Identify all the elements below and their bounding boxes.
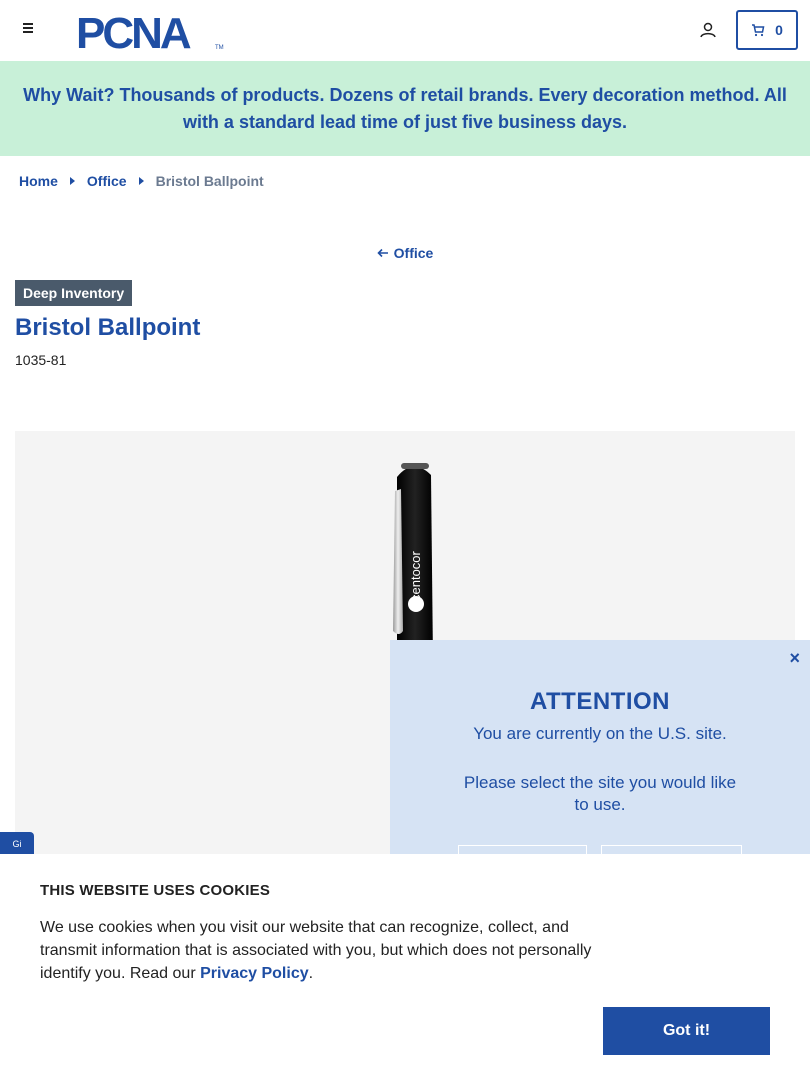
account-icon[interactable] xyxy=(698,20,718,40)
cart-count: 0 xyxy=(775,22,783,38)
breadcrumb-current: Bristol Ballpoint xyxy=(155,173,264,189)
inventory-badge: Deep Inventory xyxy=(15,280,133,306)
promo-text: Why Wait? Thousands of products. Dozens … xyxy=(23,84,787,132)
logo-text: PCNA xyxy=(76,11,191,51)
cookie-period: . xyxy=(308,965,314,982)
popup-current-site: You are currently on the U.S. site. xyxy=(473,724,727,743)
svg-text:TM: TM xyxy=(215,45,224,51)
breadcrumb-home[interactable]: Home xyxy=(19,173,58,189)
pen-image: centocor xyxy=(393,463,433,661)
product-sku: 1035-81 xyxy=(15,352,67,368)
cookie-body-text: We use cookies when you visit our websit… xyxy=(40,919,592,982)
pen-imprint: centocor xyxy=(408,550,423,601)
arrow-left-icon xyxy=(377,248,388,258)
cookie-text: We use cookies when you visit our websit… xyxy=(40,916,610,985)
site-header: PCNA TM 0 xyxy=(0,0,810,61)
close-icon[interactable]: × xyxy=(789,648,800,669)
cart-button[interactable]: 0 xyxy=(736,10,798,50)
cookie-title: THIS WEBSITE USES COOKIES xyxy=(40,882,271,899)
pcna-logo[interactable]: PCNA TM xyxy=(76,9,224,58)
site-selection-popup: × ATTENTION You are currently on the U.S… xyxy=(390,640,810,859)
breadcrumb-office[interactable]: Office xyxy=(87,173,127,189)
side-feedback-tab[interactable]: Gi xyxy=(0,832,34,856)
back-link-label: Office xyxy=(393,245,434,261)
privacy-policy-link[interactable]: Privacy Policy xyxy=(200,965,309,982)
popup-instruction: Please select the site you would like to… xyxy=(463,773,737,814)
promo-banner: Why Wait? Thousands of products. Dozens … xyxy=(0,61,810,156)
cookie-banner: THIS WEBSITE USES COOKIES We use cookies… xyxy=(0,854,810,1080)
popup-title: ATTENTION xyxy=(529,688,671,715)
caret-right-icon xyxy=(69,177,75,185)
side-tab-label: Gi xyxy=(12,839,22,849)
accept-cookies-button[interactable]: Got it! xyxy=(603,1007,770,1055)
hamburger-menu-icon[interactable] xyxy=(19,21,37,39)
back-to-category-link[interactable]: Office xyxy=(377,245,434,261)
back-link-container: Office xyxy=(0,245,810,261)
cart-icon xyxy=(752,24,765,37)
caret-right-icon xyxy=(138,177,144,185)
product-title: Bristol Ballpoint xyxy=(15,314,201,341)
breadcrumb: Home Office Bristol Ballpoint xyxy=(19,173,264,189)
